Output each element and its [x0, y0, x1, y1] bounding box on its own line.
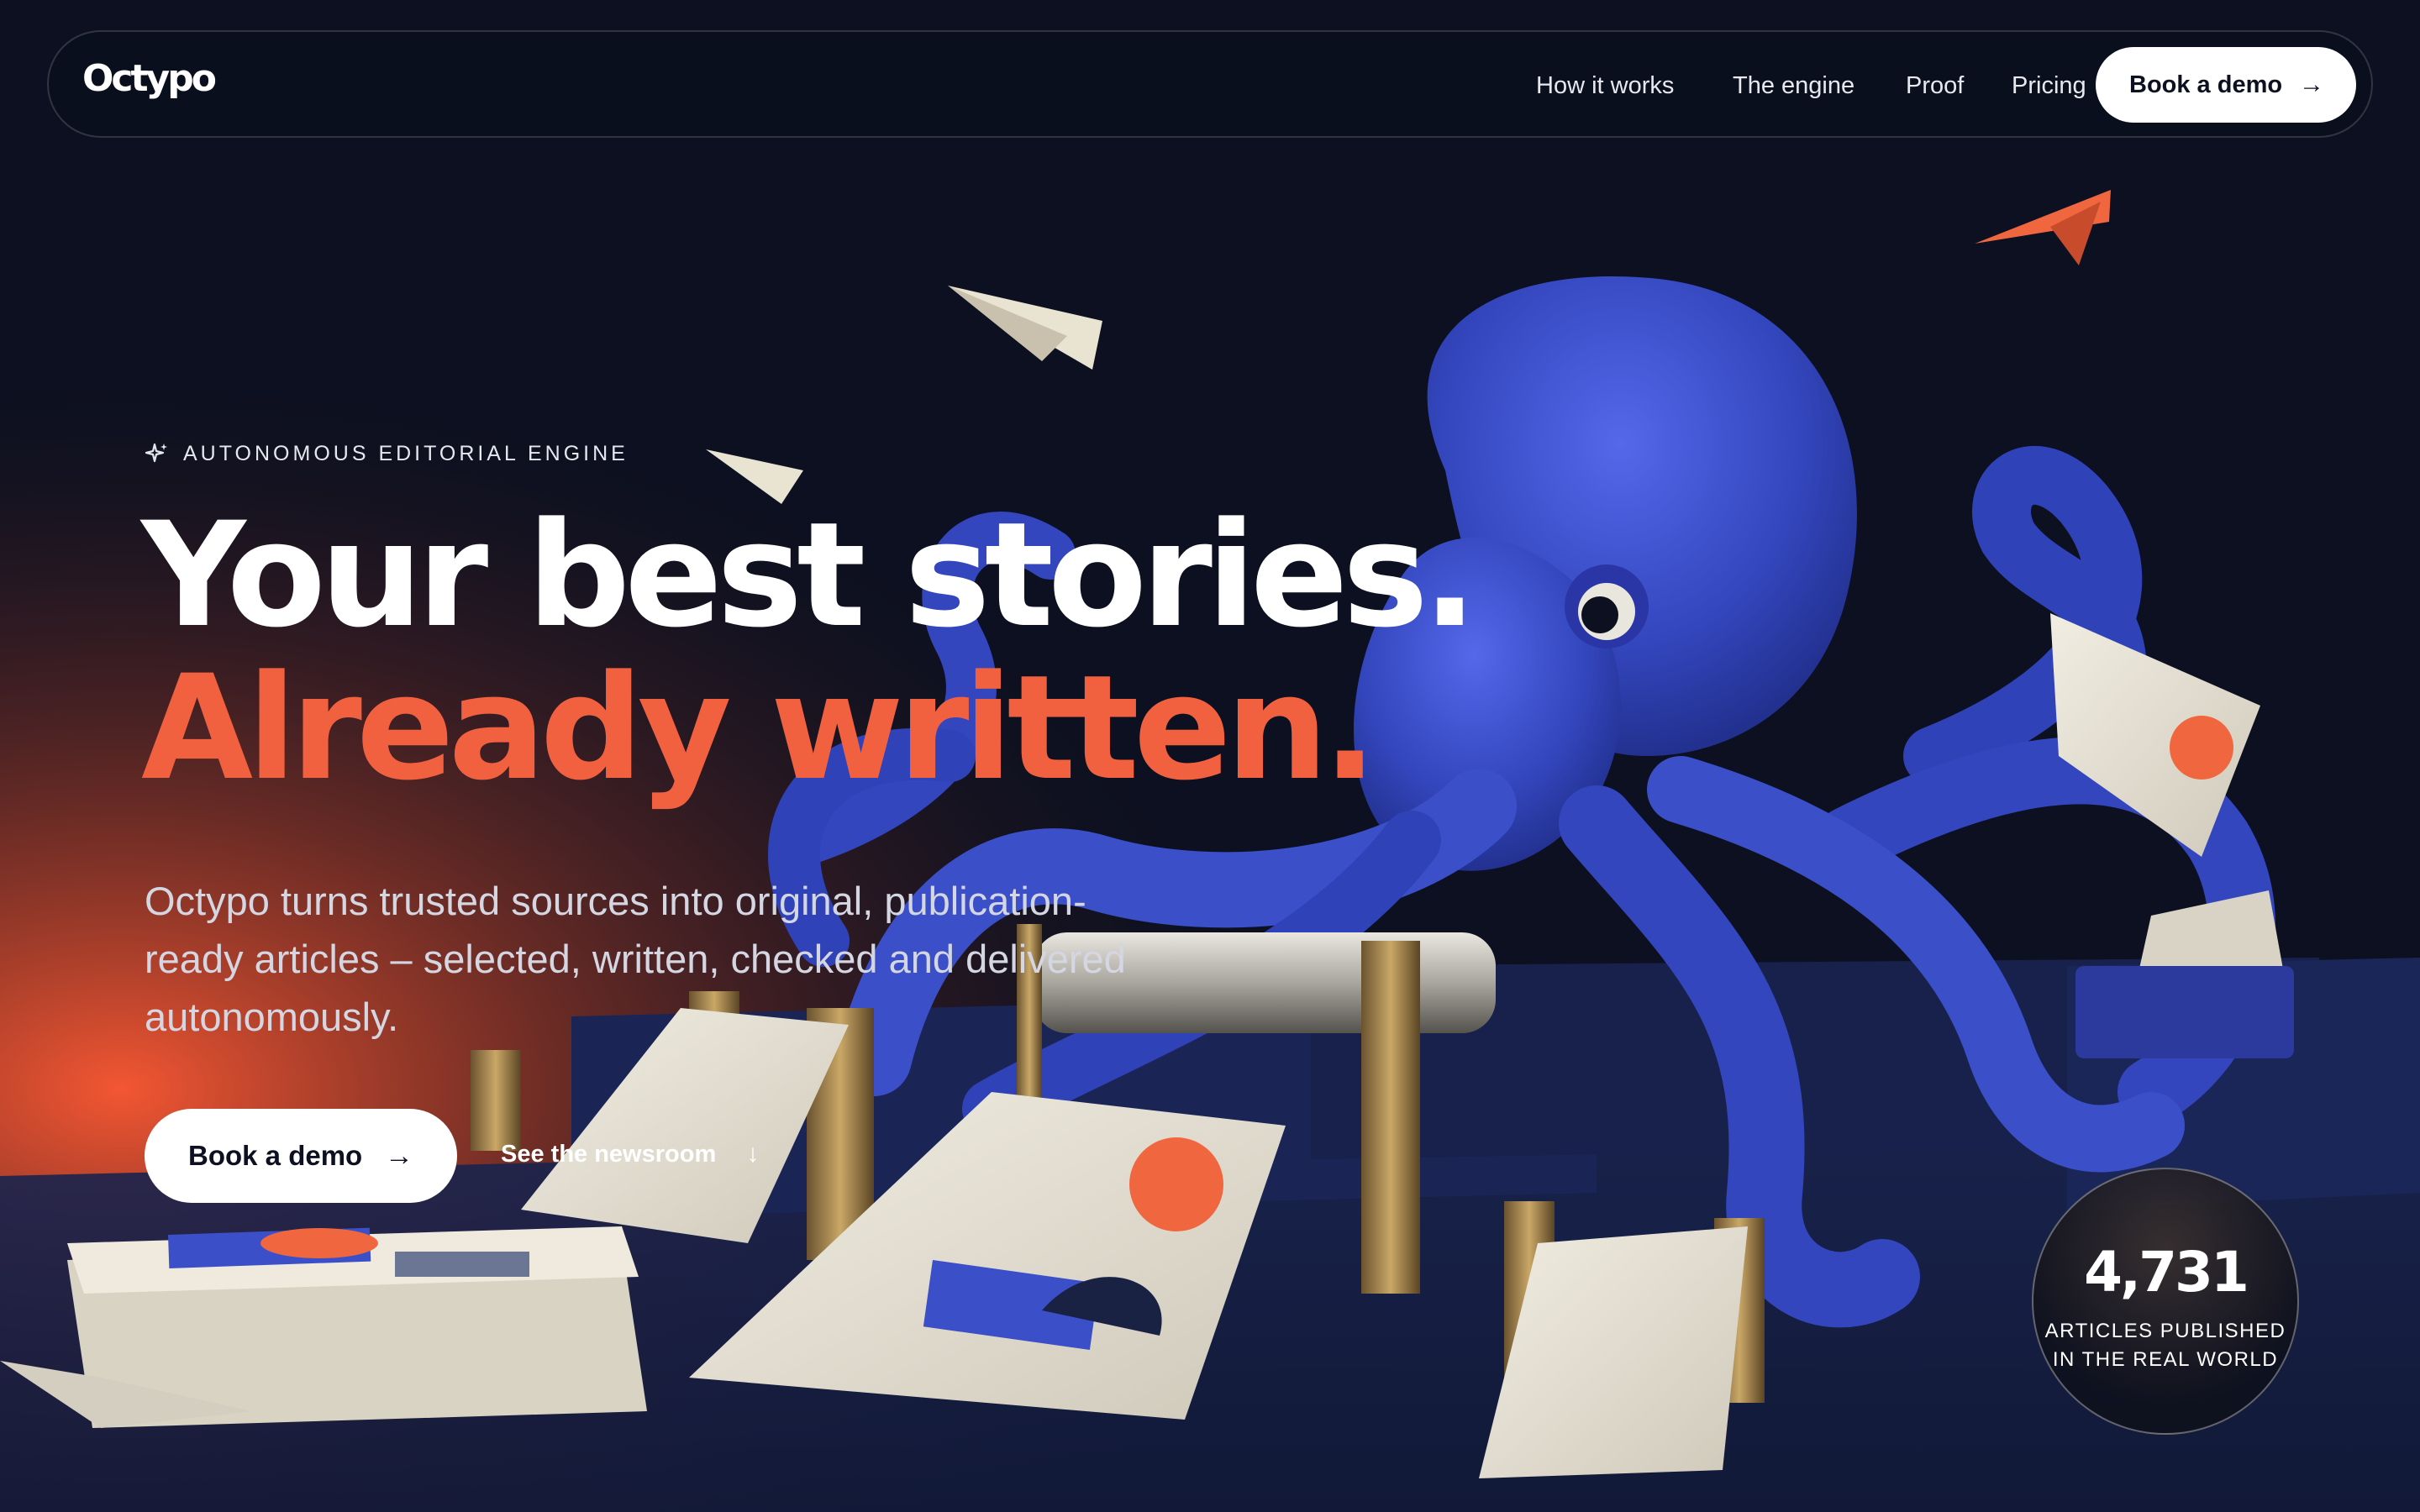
- articles-published-badge: 4,731 ARTICLES PUBLISHED IN THE REAL WOR…: [2032, 1168, 2299, 1435]
- top-navigation: Octypo How it works The engine Proof Pri…: [47, 30, 2373, 138]
- articles-published-count: 4,731: [2084, 1240, 2249, 1305]
- nav-link-proof[interactable]: Proof: [1906, 66, 1964, 106]
- stat-label-line-2: IN THE REAL WORLD: [2052, 1348, 2279, 1371]
- nav-link-pricing[interactable]: Pricing: [2012, 66, 2086, 106]
- hero-book-demo-label: Book a demo: [188, 1140, 363, 1171]
- hero-book-demo-button[interactable]: Book a demo →: [145, 1109, 457, 1203]
- stat-label-line-1: ARTICLES PUBLISHED: [2044, 1320, 2286, 1342]
- nav-book-demo-button[interactable]: Book a demo →: [2096, 47, 2356, 123]
- articles-published-label: ARTICLES PUBLISHED IN THE REAL WORLD: [2033, 1317, 2297, 1374]
- arrow-right-icon: →: [2299, 71, 2324, 98]
- headline-line-2: Already written.: [141, 643, 1377, 812]
- hero-headline: Your best stories. Already written.: [141, 491, 1477, 812]
- arrow-right-icon: →: [385, 1140, 413, 1172]
- eyebrow-text: AUTONOMOUS EDITORIAL ENGINE: [183, 442, 629, 465]
- hero-section: Octypo How it works The engine Proof Pri…: [0, 0, 2420, 1512]
- headline-line-1: Your best stories.: [141, 491, 1477, 659]
- see-newsroom-link[interactable]: See the newsroom ↓: [501, 1129, 759, 1179]
- arrow-down-icon: ↓: [746, 1140, 760, 1168]
- hero-subheadline: Octypo turns trusted sources into origin…: [145, 879, 1126, 1039]
- nav-book-demo-label: Book a demo: [2129, 71, 2283, 98]
- nav-link-how-it-works[interactable]: How it works: [1536, 66, 1674, 106]
- nav-link-the-engine[interactable]: The engine: [1733, 66, 1854, 106]
- brand-logo[interactable]: Octypo: [82, 57, 217, 100]
- sparkle-icon: [145, 443, 167, 463]
- see-newsroom-label: See the newsroom: [501, 1141, 717, 1168]
